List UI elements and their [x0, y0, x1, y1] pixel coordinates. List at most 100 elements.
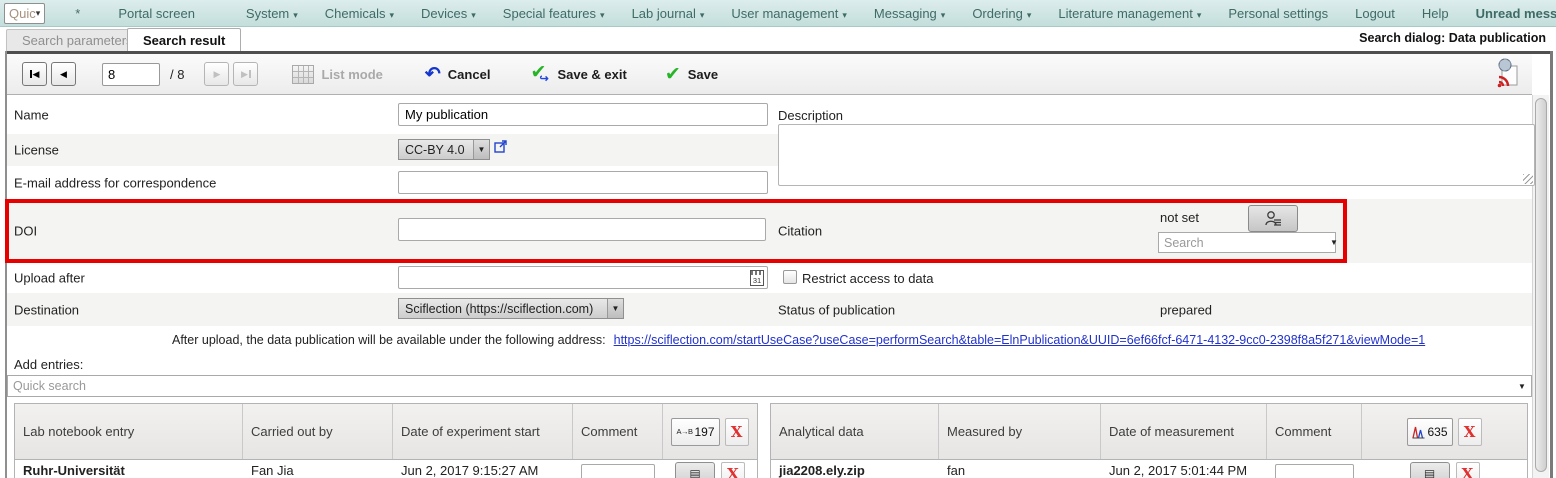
address-note: After upload, the data publication will … [172, 333, 606, 347]
lab-entry-comment-cell [573, 460, 663, 478]
cancel-button[interactable]: ↶ Cancel [425, 65, 491, 84]
list-mode-button[interactable]: List mode [292, 65, 382, 84]
first-record-button[interactable]: ◀ [22, 62, 47, 86]
caret-down-icon: ▾ [941, 10, 946, 20]
remove-all-analytical-button[interactable]: X [1458, 418, 1482, 446]
doi-label: DOI [14, 224, 37, 239]
dialog-title: Search dialog: Data publication [1359, 31, 1546, 45]
open-analytical-button[interactable]: ▤ [1410, 462, 1450, 478]
analytical-table-actions: 635 X [1362, 404, 1527, 459]
publication-address-link[interactable]: https://sciflection.com/startUseCase?use… [614, 333, 1426, 347]
name-input[interactable] [398, 103, 768, 126]
menu-item-logout[interactable]: Logout [1355, 6, 1395, 21]
lab-entry-actions: ▤ X [663, 460, 757, 478]
publish-feed-icon[interactable] [1494, 57, 1522, 92]
citation-search-combo[interactable]: ▼ [1158, 232, 1336, 253]
next-record-button[interactable]: ▶ [204, 62, 229, 86]
caret-down-icon: ▾ [389, 10, 394, 20]
menu-item-messaging[interactable]: Messaging▾ [874, 6, 945, 21]
menu-item-ordering[interactable]: Ordering▾ [972, 6, 1031, 21]
remove-all-lab-entries-button[interactable]: X [725, 418, 749, 446]
lab-entries-count-button[interactable]: A→B 197 [671, 418, 719, 446]
unsaved-indicator: * [75, 6, 80, 21]
resize-handle[interactable] [1523, 174, 1533, 184]
menu-item-help[interactable]: Help [1422, 6, 1449, 21]
caret-down-icon: ▾ [700, 10, 705, 20]
analytical-comment-input[interactable] [1275, 464, 1354, 478]
calendar-icon[interactable]: 31 [750, 270, 764, 286]
caret-down-icon: ▾ [600, 10, 605, 20]
analytical-count-button[interactable]: 635 [1407, 418, 1452, 446]
column-header: Measured by [939, 404, 1101, 459]
quick-search-input[interactable] [8, 376, 1513, 396]
menu-item-lab-journal[interactable]: Lab journal▾ [632, 6, 705, 21]
record-toolbar: ◀ ◀ / 8 ▶ ▶ List mode ↶ Cancel ✔ ↪ [7, 54, 1532, 95]
form-row-address: After upload, the data publication will … [7, 326, 1532, 354]
combo-arrow-icon: ▼ [1513, 382, 1531, 391]
save-button[interactable]: ✔ Save [665, 65, 718, 84]
menu-item-unread-messages[interactable]: Unread messages [1476, 6, 1556, 21]
last-record-button[interactable]: ▶ [233, 62, 258, 86]
previous-record-button[interactable]: ◀ [51, 62, 76, 86]
menu-item-system[interactable]: System▾ [246, 6, 298, 21]
destination-label: Destination [14, 302, 79, 317]
citation-picker-button[interactable] [1248, 205, 1298, 232]
analytical-table-header: Analytical data Measured by Date of meas… [771, 404, 1527, 460]
analytical-table-row: jia2208.ely.zip fan Jun 2, 2017 5:01:44 … [771, 460, 1527, 478]
tab-strip: Search parameters Search result Search d… [0, 27, 1556, 51]
description-textarea[interactable] [778, 124, 1535, 186]
last-record-icon [249, 70, 251, 78]
license-label: License [14, 143, 59, 158]
column-header: Lab notebook entry [15, 404, 243, 459]
menu-item-personal-settings[interactable]: Personal settings [1228, 6, 1328, 21]
quick-select-value: Quic [9, 6, 36, 21]
column-header: Analytical data [771, 404, 939, 459]
remove-lab-entry-button[interactable]: X [721, 462, 745, 478]
menu-item-literature-management[interactable]: Literature management▾ [1058, 6, 1201, 21]
email-input[interactable] [398, 171, 768, 194]
menu-item-portal-screen[interactable]: Portal screen [118, 6, 195, 21]
record-number-input[interactable] [102, 63, 160, 86]
menu-item-special-features[interactable]: Special features▾ [503, 6, 605, 21]
select-arrow-icon: ▼ [473, 140, 489, 159]
column-header: Carried out by [243, 404, 393, 459]
description-label: Description [778, 108, 843, 123]
external-link-icon[interactable] [494, 139, 508, 156]
form-row-upload-after: Upload after 31 Restrict access to data [7, 263, 1532, 293]
restrict-access-checkbox[interactable] [783, 270, 797, 284]
person-list-icon [1262, 210, 1284, 227]
citation-search-input[interactable] [1159, 233, 1330, 252]
menu-item-user-management[interactable]: User management▾ [731, 6, 846, 21]
column-header: Date of measurement [1101, 404, 1267, 459]
destination-select[interactable]: Sciflection (https://sciflection.com) ▼ [398, 298, 624, 319]
column-header: Comment [573, 404, 663, 459]
caret-down-icon: ▾ [293, 10, 298, 20]
analytical-measured-by: fan [939, 460, 1101, 478]
analytical-date: Jun 2, 2017 5:01:44 PM [1101, 460, 1267, 478]
open-lab-entry-button[interactable]: ▤ [675, 462, 715, 478]
save-and-exit-button[interactable]: ✔ ↪ Save & exit [530, 63, 626, 85]
panel-border-right [1550, 51, 1553, 478]
menu-item-devices[interactable]: Devices▾ [421, 6, 476, 21]
lab-entry-comment-input[interactable] [581, 464, 655, 478]
column-header: Comment [1267, 404, 1362, 459]
license-select[interactable]: CC-BY 4.0 ▼ [398, 139, 490, 160]
quick-search-combo[interactable]: ▼ [7, 375, 1532, 397]
status-label: Status of publication [778, 302, 895, 317]
doi-input[interactable] [398, 218, 766, 241]
a-to-b-icon: A→B [676, 427, 692, 436]
lab-table-header: Lab notebook entry Carried out by Date o… [15, 404, 757, 460]
tab-search-result[interactable]: Search result [127, 28, 241, 51]
quick-select[interactable]: Quic ▾ [4, 3, 45, 24]
remove-analytical-button[interactable]: X [1456, 462, 1480, 478]
scrollbar-thumb[interactable] [1535, 98, 1547, 472]
upload-after-input[interactable] [398, 266, 768, 289]
menu-item-chemicals[interactable]: Chemicals▾ [325, 6, 394, 21]
lab-entries-count: 197 [694, 425, 714, 439]
citation-status: not set [1160, 210, 1199, 225]
row-list-icon: ▤ [1424, 467, 1435, 478]
lab-entry-carried-out-by: Fan Jia [243, 460, 393, 478]
analytical-actions: ▤ X [1362, 460, 1527, 478]
x-icon: X [1462, 465, 1474, 478]
add-entries-label: Add entries: [14, 357, 83, 372]
